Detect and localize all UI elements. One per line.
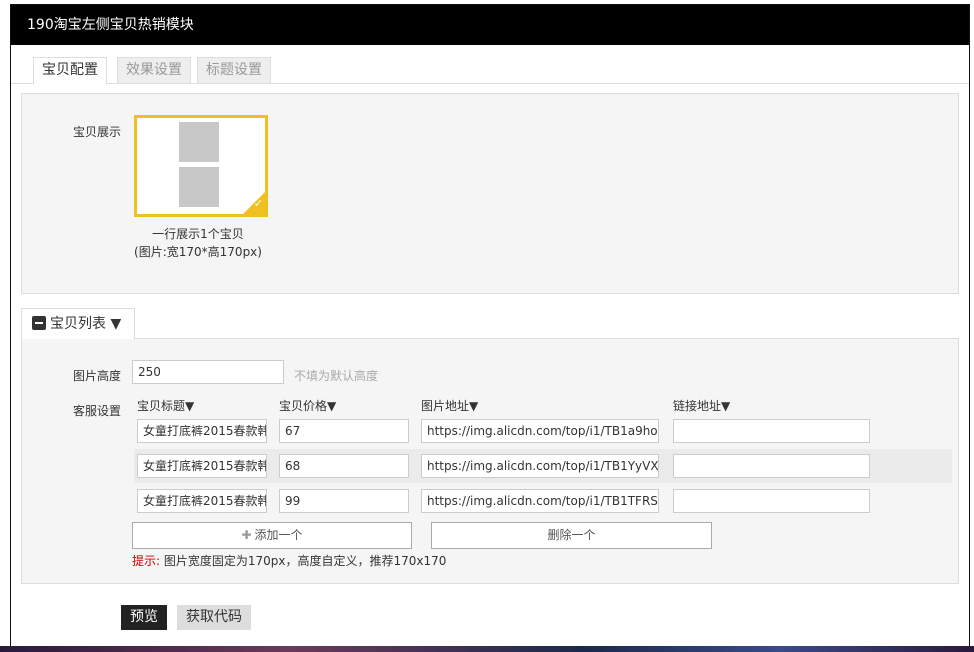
layout-caption-line1: 一行展示1个宝贝	[152, 227, 244, 241]
item-title-input[interactable]: 女童打底裤2015春款韩	[137, 489, 267, 513]
add-item-label: 添加一个	[254, 528, 303, 542]
item-image-url-input[interactable]: https://img.alicdn.com/top/i1/TB1a9hoKp	[421, 419, 659, 443]
add-item-button[interactable]: ✚ 添加一个	[132, 522, 412, 549]
item-list-panel: 图片高度 250 不填为默认高度 客服设置 宝贝标题▼ 宝贝价格▼ 图片地址▼ …	[21, 338, 959, 584]
item-image-url-input[interactable]: https://img.alicdn.com/top/i1/TB1YyVXH	[421, 454, 659, 478]
tab-effect-settings[interactable]: 效果设置	[117, 57, 191, 83]
delete-item-button[interactable]: 删除一个	[431, 522, 712, 549]
tab-bar: 宝贝配置 效果设置 标题设置	[11, 45, 969, 84]
layout-option-single[interactable]: ✓	[134, 115, 268, 217]
layout-caption-line2: (图片:宽170*高170px)	[134, 245, 262, 259]
item-price-input[interactable]: 68	[279, 454, 409, 478]
thumb-block-bottom	[179, 167, 219, 207]
tip-body: 图片宽度固定为170px，高度自定义，推荐170x170	[160, 554, 447, 568]
item-title-input[interactable]: 女童打底裤2015春款韩	[137, 454, 267, 478]
preview-button[interactable]: 预览	[121, 605, 167, 630]
item-link-url-input[interactable]	[673, 454, 870, 478]
display-panel: 宝贝展示 ✓ 一行展示1个宝贝 (图片:宽170*高170px)	[21, 93, 959, 294]
minus-square-icon	[32, 316, 46, 330]
tip-prefix: 提示:	[132, 554, 161, 568]
item-list-label: 宝贝列表 ▼	[50, 316, 122, 332]
item-link-url-input[interactable]	[673, 419, 870, 443]
app-window: 190淘宝左侧宝贝热销模块 宝贝配置 效果设置 标题设置 宝贝展示 ✓ 一行展示…	[10, 4, 970, 650]
tip-text: 提示: 图片宽度固定为170px，高度自定义，推荐170x170	[132, 552, 446, 569]
col-header-link-url[interactable]: 链接地址▼	[673, 397, 730, 414]
image-height-hint: 不填为默认高度	[294, 369, 379, 383]
image-height-input[interactable]: 250	[132, 360, 284, 384]
tab-title-settings[interactable]: 标题设置	[197, 57, 271, 83]
background-strip	[0, 646, 974, 652]
thumb-block-top	[179, 122, 219, 162]
item-price-input[interactable]: 67	[279, 419, 409, 443]
service-label: 客服设置	[73, 404, 122, 418]
window-title: 190淘宝左侧宝贝热销模块	[11, 5, 969, 45]
check-icon: ✓	[243, 192, 265, 214]
item-price-input[interactable]: 99	[279, 489, 409, 513]
item-list-toggle[interactable]: 宝贝列表 ▼	[21, 308, 135, 339]
plus-icon: ✚	[241, 528, 252, 542]
image-height-label: 图片高度	[73, 369, 122, 383]
item-image-url-input[interactable]: https://img.alicdn.com/top/i1/TB1TFRSG	[421, 489, 659, 513]
item-link-url-input[interactable]	[673, 489, 870, 513]
tab-item-config[interactable]: 宝贝配置	[33, 57, 107, 84]
col-header-image-url[interactable]: 图片地址▼	[421, 397, 478, 414]
item-title-input[interactable]: 女童打底裤2015春款韩	[137, 419, 267, 443]
display-label: 宝贝展示	[73, 125, 122, 139]
col-header-title[interactable]: 宝贝标题▼	[137, 397, 194, 414]
get-code-button[interactable]: 获取代码	[177, 605, 251, 630]
col-header-price[interactable]: 宝贝价格▼	[279, 397, 336, 414]
